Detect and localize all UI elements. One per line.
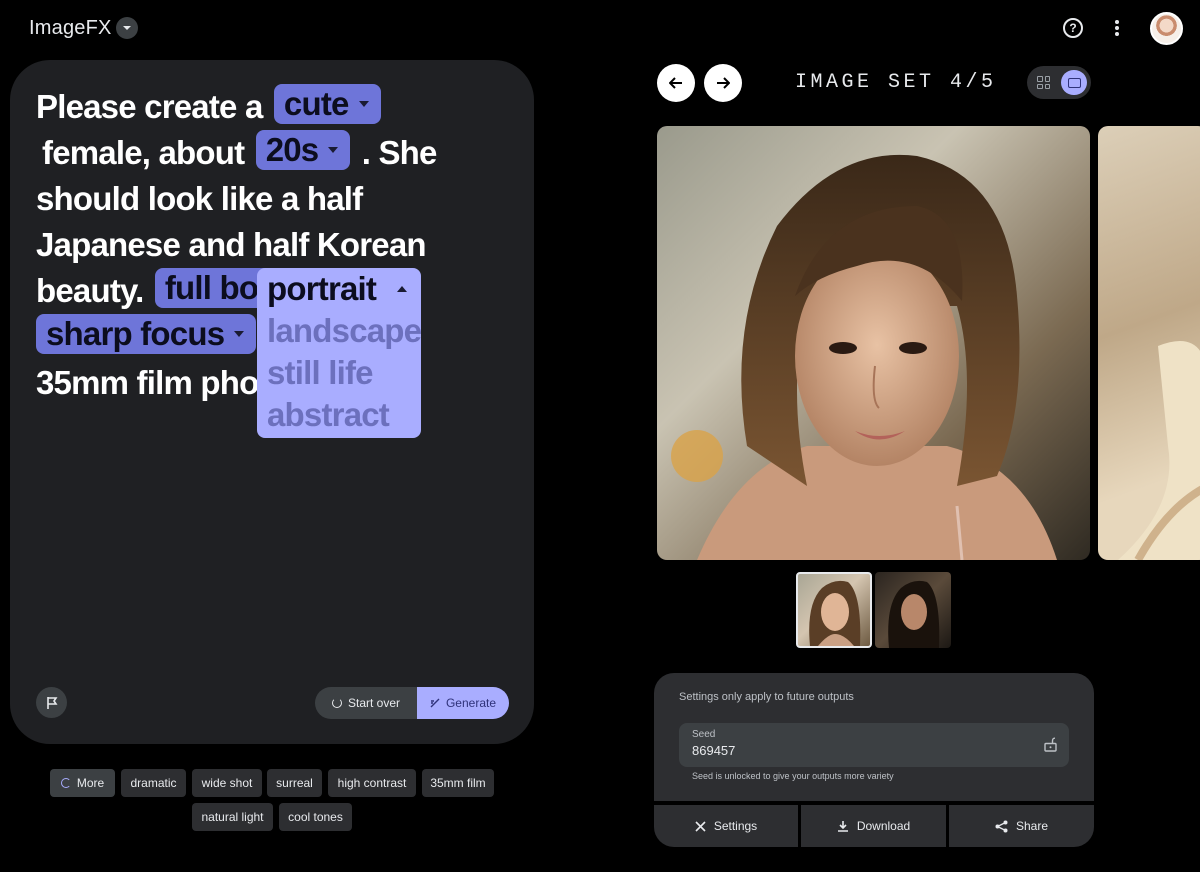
arrow-left-icon xyxy=(669,77,682,89)
grid-view-icon[interactable] xyxy=(1037,76,1050,89)
generated-image[interactable] xyxy=(657,126,1090,560)
seed-value[interactable]: 869457 xyxy=(692,743,735,758)
generate-button[interactable]: Generate xyxy=(417,687,509,719)
dropdown-option[interactable]: landscape xyxy=(267,310,422,352)
share-icon xyxy=(995,820,1008,832)
suggestion-chip[interactable]: natural light xyxy=(192,803,273,831)
image-set-label: IMAGE SET 4/5 xyxy=(795,71,997,94)
thumbnail-image xyxy=(888,580,940,648)
prompt-chip-sharp-focus[interactable]: sharp focus xyxy=(36,314,257,354)
top-bar: ImageFX ? xyxy=(0,0,1200,56)
spark-pen-icon xyxy=(430,698,440,708)
seed-label: Seed xyxy=(692,729,716,740)
more-suggestions-button[interactable]: More xyxy=(50,769,115,797)
next-set-button[interactable] xyxy=(704,64,742,102)
thumbnail-image xyxy=(809,580,861,646)
more-vert-icon[interactable] xyxy=(1110,18,1124,38)
next-generated-image[interactable] xyxy=(1098,126,1200,560)
download-button[interactable]: Download xyxy=(801,805,946,847)
prompt-text-segment: female, about xyxy=(42,134,245,171)
help-icon[interactable]: ? xyxy=(1063,18,1083,38)
app-title[interactable]: ImageFX xyxy=(29,17,112,40)
share-button[interactable]: Share xyxy=(949,805,1094,847)
seed-field[interactable]: Seed 869457 xyxy=(679,723,1069,767)
settings-button[interactable]: Settings xyxy=(654,805,798,847)
thumbnail-selected[interactable] xyxy=(796,572,872,648)
dropdown-option[interactable]: still life xyxy=(267,352,411,394)
chevron-up-icon xyxy=(397,286,407,292)
settings-note: Settings only apply to future outputs xyxy=(679,691,854,703)
reset-icon xyxy=(331,698,342,708)
suggestion-chip[interactable]: high contrast xyxy=(328,769,416,797)
download-icon xyxy=(837,821,848,832)
suggestion-chip[interactable]: wide shot xyxy=(192,769,262,797)
imagefx-app: ImageFX ? Please create a cute female, a… xyxy=(0,0,1200,872)
flag-icon xyxy=(46,696,57,709)
style-dropdown[interactable]: portrait landscape still life abstract xyxy=(257,268,422,438)
close-icon xyxy=(695,820,706,832)
start-over-button[interactable]: Start over xyxy=(315,687,417,719)
settings-panel: Settings only apply to future outputs Se… xyxy=(654,673,1094,801)
dropdown-selected[interactable]: portrait xyxy=(267,268,411,310)
prompt-actions: Start over Generate xyxy=(315,687,509,719)
prompt-chip-age[interactable]: 20s xyxy=(255,130,351,170)
seed-hint: Seed is unlocked to give your outputs mo… xyxy=(692,771,894,781)
carousel-view-icon[interactable] xyxy=(1061,70,1087,95)
suggestion-chip[interactable]: surreal xyxy=(267,769,322,797)
chevron-down-icon xyxy=(234,331,245,337)
chevron-down-icon xyxy=(358,101,369,107)
prompt-text-segment: 35mm film photo xyxy=(36,364,289,401)
chevron-down-icon[interactable] xyxy=(116,17,138,39)
suggestion-chip[interactable]: 35mm film xyxy=(422,769,494,797)
suggestion-chip[interactable]: cool tones xyxy=(279,803,352,831)
avatar[interactable] xyxy=(1150,12,1183,45)
suggestion-chip[interactable]: dramatic xyxy=(121,769,186,797)
unlock-icon[interactable] xyxy=(1044,737,1057,752)
arrow-right-icon xyxy=(717,77,730,89)
report-flag-button[interactable] xyxy=(36,687,67,718)
thumbnail[interactable] xyxy=(875,572,951,648)
prompt-chip-cute[interactable]: cute xyxy=(273,84,381,124)
prompt-text-segment: Please create a xyxy=(36,88,263,125)
refresh-icon xyxy=(60,778,71,788)
chevron-down-icon xyxy=(328,147,339,153)
portrait-illustration xyxy=(1118,341,1200,560)
portrait-illustration xyxy=(671,154,1057,560)
view-toggle[interactable] xyxy=(1027,66,1091,99)
previous-set-button[interactable] xyxy=(657,64,695,102)
dropdown-option[interactable]: abstract xyxy=(267,394,411,436)
